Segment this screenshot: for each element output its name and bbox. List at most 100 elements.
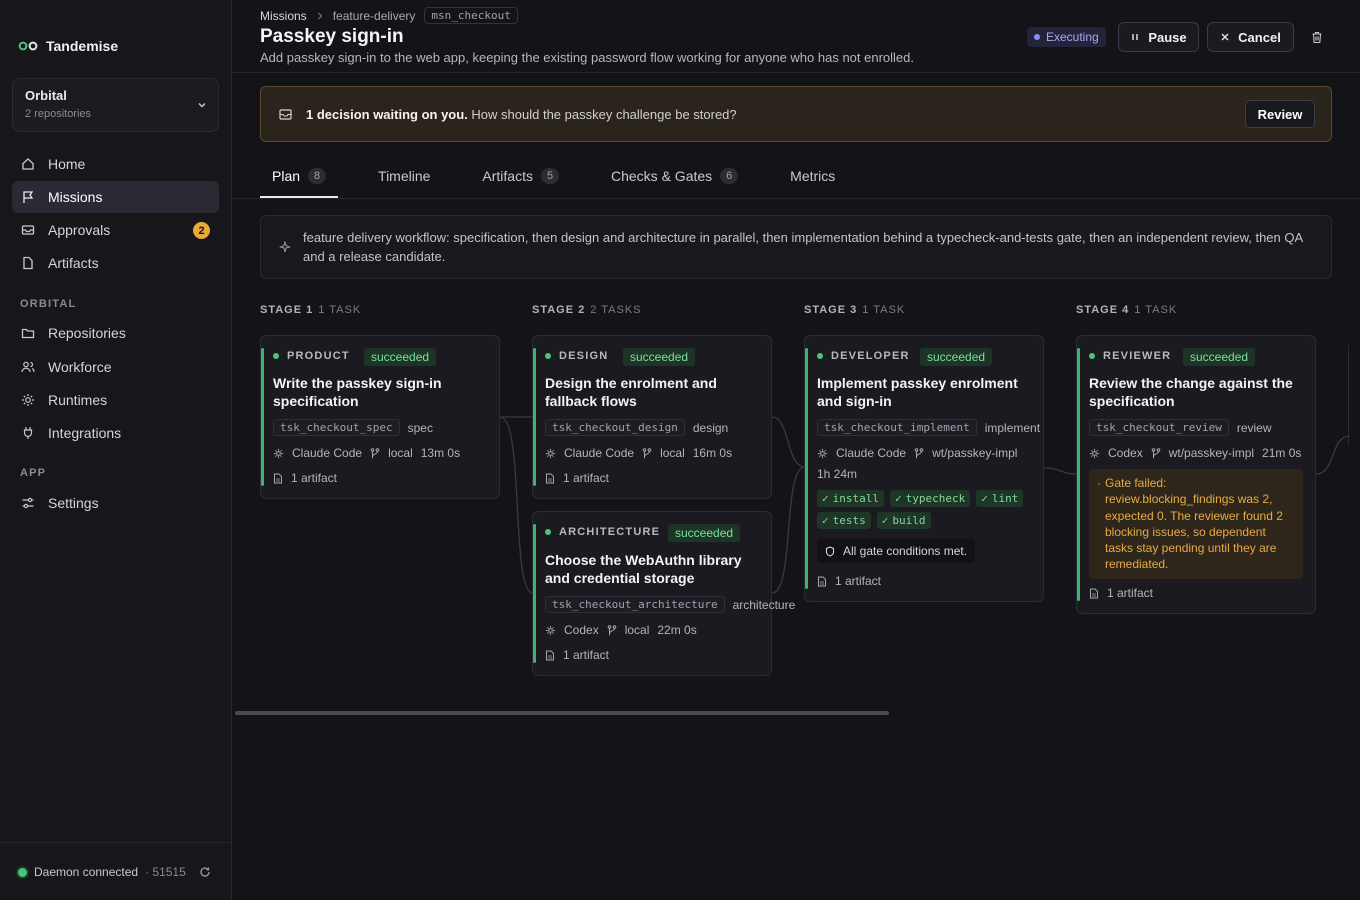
task-status-badge: succeeded	[1183, 348, 1256, 366]
check-label: build	[892, 514, 926, 527]
task-duration: 16m 0s	[692, 446, 733, 460]
status-dot-icon	[817, 353, 823, 359]
task-runtime: Claude Code	[836, 446, 907, 460]
check-icon: ✓	[822, 514, 829, 527]
task-artifacts-row[interactable]: 1 artifact	[545, 648, 609, 662]
task-artifacts-row[interactable]: 1 artifact	[273, 471, 337, 485]
task-role: PRODUCT	[273, 350, 350, 362]
file-icon	[546, 650, 554, 660]
connector-impl-review	[1043, 467, 1078, 475]
task-title: Choose the WebAuthn library and credenti…	[545, 552, 742, 586]
task-id-row: tsk_checkout_architecture architecture	[545, 596, 795, 613]
task-id: tsk_checkout_implement	[817, 419, 977, 436]
task-branch: wt/passkey-impl	[932, 446, 1018, 460]
horizontal-scrollbar[interactable]	[235, 711, 889, 715]
task-title: Design the enrolment and fallback flows	[545, 375, 717, 409]
task-branch: local	[624, 623, 650, 637]
task-role-text: DESIGN	[559, 350, 609, 362]
task-duration: 22m 0s	[657, 623, 697, 637]
task-role: DESIGN	[545, 350, 608, 362]
task-role: REVIEWER	[1089, 350, 1171, 362]
task-title: Implement passkey enrolment and sign-in	[817, 375, 1018, 409]
gate-status-text: All gate conditions met.	[843, 544, 968, 558]
task-role-text: REVIEWER	[1103, 350, 1172, 362]
gate-failure-text: Gate failed: review.blocking_findings wa…	[1105, 476, 1283, 572]
check-build[interactable]: ✓ build	[876, 512, 931, 529]
task-status-badge: succeeded	[364, 348, 437, 366]
gate-status-failed: · Gate failed: review.blocking_findings …	[1089, 469, 1303, 579]
check-label: typecheck	[905, 492, 966, 505]
cog-icon	[545, 448, 556, 458]
cog-icon	[273, 448, 284, 458]
check-tests[interactable]: ✓ tests	[817, 512, 871, 529]
file-icon	[546, 473, 554, 483]
cog-icon	[817, 448, 828, 458]
task-kind: implement	[984, 420, 1041, 435]
check-label: lint	[991, 492, 1019, 505]
branch-icon	[370, 447, 380, 458]
task-card-review[interactable]: REVIEWER succeeded Review the change aga…	[1076, 335, 1316, 614]
check-install[interactable]: ✓ install	[817, 490, 884, 507]
task-artifacts-row[interactable]: 1 artifact	[817, 574, 881, 588]
task-id-row: tsk_checkout_design design	[545, 419, 728, 436]
checks-row-1: ✓ install ✓ typecheck ✓ lint	[817, 490, 1024, 507]
cog-icon	[545, 625, 556, 635]
task-id-row: tsk_checkout_review review	[1089, 419, 1272, 436]
task-artifacts-row[interactable]: 1 artifact	[545, 471, 609, 485]
task-role: DEVELOPER	[817, 350, 910, 362]
file-icon	[818, 576, 826, 586]
task-artifacts: 1 artifact	[1107, 586, 1154, 600]
task-artifacts-row[interactable]: 1 artifact	[1089, 586, 1153, 600]
branch-icon	[1151, 447, 1160, 458]
check-lint[interactable]: ✓ lint	[976, 490, 1024, 507]
task-runtime: Codex	[564, 623, 599, 637]
task-duration: 21m 0s	[1262, 446, 1302, 460]
task-duration: 1h 24m	[817, 467, 858, 481]
task-branch: local	[660, 446, 685, 460]
task-card-implement[interactable]: DEVELOPER succeeded Implement passkey en…	[804, 335, 1044, 602]
task-artifacts: 1 artifact	[563, 648, 610, 662]
task-id: tsk_checkout_review	[1089, 419, 1229, 436]
task-status-badge: succeeded	[623, 348, 696, 366]
check-icon: ✓	[881, 514, 889, 527]
task-card-spec[interactable]: PRODUCT succeeded Write the passkey sign…	[260, 335, 500, 499]
check-icon: ✓	[822, 492, 829, 505]
task-branch: wt/passkey-impl	[1168, 446, 1255, 460]
task-runtime: Claude Code	[292, 446, 363, 460]
branch-icon	[914, 447, 924, 458]
task-kind: spec	[407, 420, 433, 435]
status-dot-icon	[545, 353, 551, 359]
task-role-text: PRODUCT	[287, 350, 350, 362]
task-id-row: tsk_checkout_implement implement	[817, 419, 1040, 436]
task-runtime-row: Claude Code wt/passkey-impl	[817, 446, 1017, 460]
task-id: tsk_checkout_architecture	[545, 596, 725, 613]
check-icon: ✓	[894, 492, 902, 505]
task-runtime-row: Claude Code local 13m 0s	[273, 446, 460, 460]
file-icon	[274, 473, 282, 483]
branch-icon	[607, 624, 616, 635]
task-card-design[interactable]: DESIGN succeeded Design the enrolment an…	[532, 335, 772, 499]
check-typecheck[interactable]: ✓ typecheck	[889, 490, 971, 507]
shield-icon	[825, 545, 835, 557]
task-artifacts: 1 artifact	[835, 574, 882, 588]
task-id-row: tsk_checkout_spec spec	[273, 419, 433, 436]
gate-status-passed: All gate conditions met.	[817, 539, 976, 563]
check-label: install	[832, 492, 879, 505]
task-artifacts: 1 artifact	[563, 471, 610, 485]
task-id: tsk_checkout_spec	[273, 419, 400, 436]
task-runtime-row: Codex wt/passkey-impl 21m 0s	[1089, 446, 1301, 460]
task-runtime-row: Codex local 22m 0s	[545, 623, 697, 637]
task-card-architecture[interactable]: ARCHITECTURE succeeded Choose the WebAut…	[532, 511, 795, 676]
task-status-badge: succeeded	[668, 524, 741, 542]
task-runtime: Codex	[1108, 446, 1143, 460]
task-role: ARCHITECTURE	[545, 526, 660, 538]
task-role-text: ARCHITECTURE	[559, 526, 661, 538]
checks-row-2: ✓ tests ✓ build	[817, 512, 931, 529]
check-icon: ✓	[981, 492, 988, 505]
status-dot-icon	[545, 529, 551, 535]
task-status-badge: succeeded	[920, 348, 993, 366]
next-stage-card-edge	[1348, 345, 1351, 445]
status-dot-icon	[1089, 353, 1095, 359]
task-title: Review the change against the specificat…	[1089, 375, 1293, 409]
task-id: tsk_checkout_design	[545, 419, 685, 436]
